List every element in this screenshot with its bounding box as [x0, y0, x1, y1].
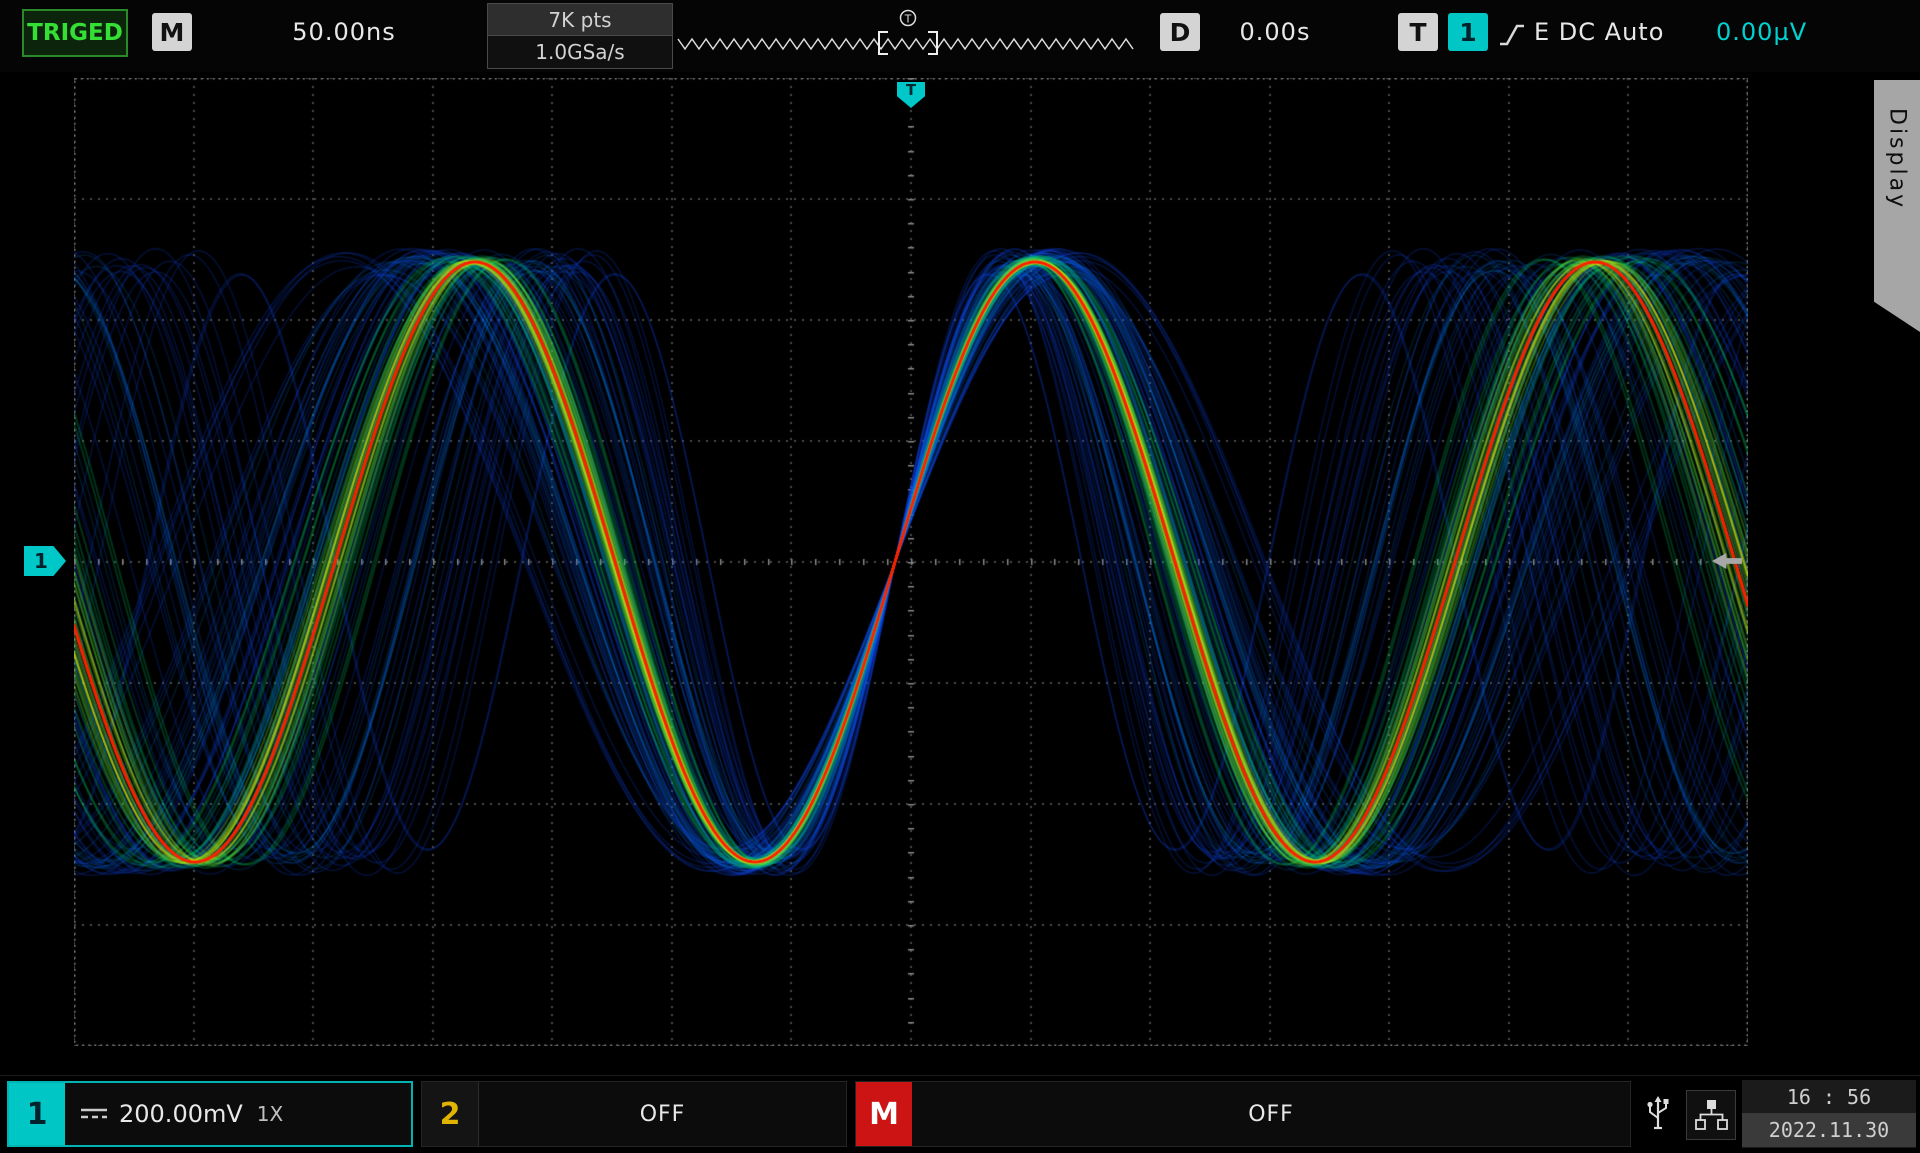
date-display: 2022.11.30 [1742, 1113, 1916, 1147]
trigger-source-badge[interactable]: 1 [1448, 13, 1488, 51]
trigger-status-badge: TRIGED [22, 9, 128, 57]
preview-zigzag [678, 39, 1133, 49]
trigger-menu-button[interactable]: T [1398, 13, 1438, 51]
channel1-badge[interactable]: 1 [9, 1083, 65, 1145]
math-status-section[interactable]: M OFF [855, 1081, 1631, 1147]
delay-label-button[interactable]: D [1160, 13, 1200, 51]
delay-value: 0.00s [1210, 13, 1340, 51]
scope-display-area: T 1 Display [0, 72, 1920, 1075]
channel1-volts-per-div: 200.00mV [119, 1100, 243, 1128]
channel2-badge[interactable]: 2 [422, 1082, 479, 1146]
lan-network-icon [1693, 1098, 1729, 1132]
trigger-coupling-mode: E DC Auto [1534, 13, 1704, 51]
waveform-position-preview[interactable]: T [676, 6, 1138, 64]
preview-trigger-label: T [904, 13, 912, 26]
preview-strip-graphic: T [676, 6, 1138, 64]
rising-edge-icon [1498, 18, 1526, 50]
preview-left-bracket [879, 32, 888, 54]
trigger-level-value: 0.00µV [1716, 13, 1856, 51]
lan-indicator [1686, 1090, 1736, 1140]
sample-rate: 1.0GSa/s [488, 36, 672, 67]
acquisition-info-box[interactable]: 7K pts 1.0GSa/s [487, 3, 673, 69]
math-status: OFF [912, 1102, 1630, 1127]
math-badge[interactable]: M [856, 1082, 912, 1146]
top-status-bar: TRIGED M 50.00ns 7K pts 1.0GSa/s T D 0.0… [0, 0, 1920, 72]
time-display: 16 : 56 [1742, 1080, 1916, 1113]
usb-icon [1645, 1094, 1671, 1134]
graticule-waveform-canvas [74, 78, 1748, 1046]
channel1-level-marker[interactable]: 1 [24, 546, 66, 576]
timebase-value[interactable]: 50.00ns [214, 13, 474, 51]
horizontal-menu-button[interactable]: M [152, 13, 192, 51]
channel1-probe-ratio: 1X [257, 1102, 283, 1126]
dc-coupling-icon [79, 1105, 109, 1123]
display-menu-tab[interactable]: Display [1874, 80, 1920, 332]
channel2-status-section[interactable]: 2 OFF [421, 1081, 847, 1147]
memory-depth: 7K pts [488, 4, 672, 36]
usb-indicator [1641, 1090, 1675, 1138]
clock-panel: 16 : 56 2022.11.30 [1742, 1080, 1916, 1148]
bottom-status-bar: 1 200.00mV 1X 2 OFF M OFF [0, 1075, 1920, 1153]
channel1-status-section[interactable]: 1 200.00mV 1X [7, 1081, 413, 1147]
channel2-status: OFF [479, 1102, 846, 1127]
